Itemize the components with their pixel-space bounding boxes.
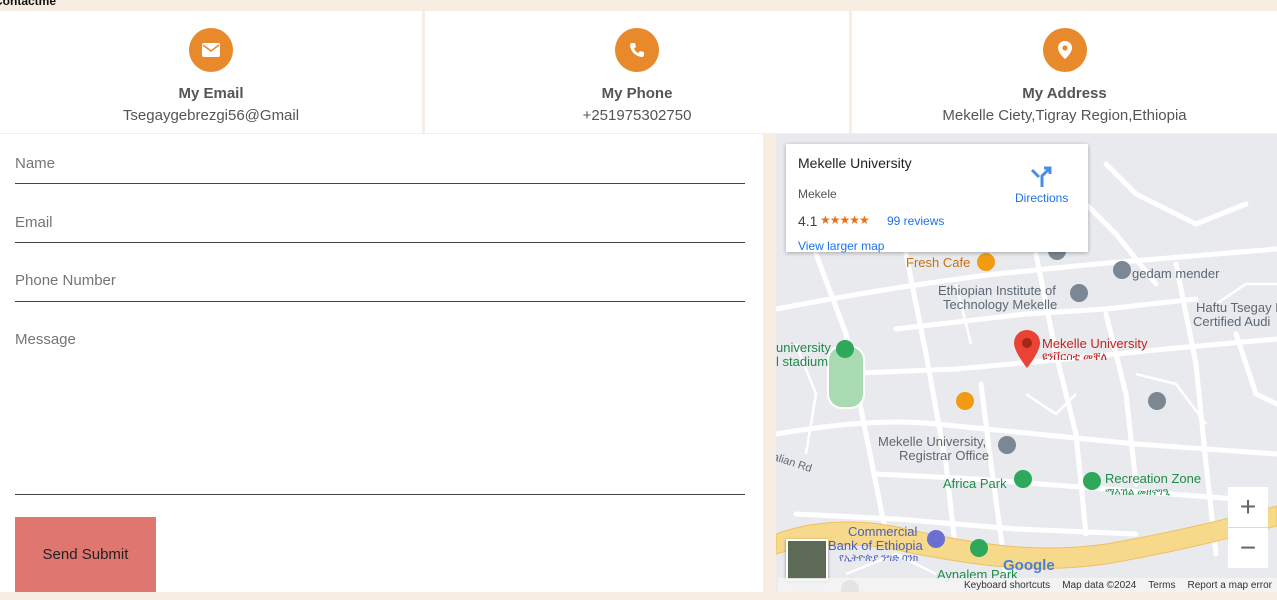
info-place-name: Mekelle University — [798, 155, 912, 171]
school-icon — [998, 436, 1016, 454]
view-larger-map-link[interactable]: View larger map — [798, 239, 884, 253]
email-value: Tsegaygebrezgi56@Gmail — [122, 107, 300, 124]
place-africa-park[interactable]: Africa Park — [943, 477, 1007, 491]
place-recreation-zone[interactable]: Recreation Zone — [1105, 472, 1201, 486]
place-cbe-local: የኢትዮጵያ ንግድ ባንክ — [839, 553, 919, 564]
selected-location-pin-icon — [1014, 330, 1040, 368]
phone-card: My Phone +251975302750 — [425, 11, 849, 133]
park-icon — [1014, 470, 1032, 488]
address-card: My Address Mekelle Ciety,Tigray Region,E… — [852, 11, 1277, 133]
place-fresh-cafe[interactable]: Fresh Cafe — [906, 256, 970, 270]
phone-title: My Phone — [601, 85, 673, 102]
cafe-icon — [956, 392, 974, 410]
phone-value: +251975302750 — [582, 107, 692, 124]
place-cbe-line1[interactable]: Commercial — [848, 525, 917, 539]
address-title: My Address — [1022, 85, 1107, 102]
place-eit-line1[interactable]: Ethiopian Institute of — [938, 284, 1056, 298]
stadium-icon — [836, 340, 854, 358]
place-registrar-line1[interactable]: Mekelle University, — [878, 435, 986, 449]
place-eit-line2[interactable]: Technology Mekelle — [943, 298, 1057, 312]
info-place-city: Mekele — [798, 187, 837, 201]
satellite-toggle[interactable] — [786, 539, 828, 581]
info-rating: 4.1 — [798, 213, 818, 229]
place-registrar-line2[interactable]: Registrar Office — [899, 449, 989, 463]
submit-button[interactable]: Send Submit — [15, 517, 156, 592]
terms-link[interactable]: Terms — [1148, 580, 1175, 591]
message-field[interactable]: Message — [15, 331, 745, 495]
star-rating-icon: ★★★★★ — [820, 213, 870, 227]
page-title: Contactme — [0, 0, 57, 8]
cafe-icon — [977, 253, 995, 271]
place-mekelle-university-local: ዩንቨርስቲ መቐለ — [1042, 351, 1108, 363]
report-error-link[interactable]: Report a map error — [1188, 580, 1272, 591]
bank-icon — [927, 530, 945, 548]
address-value: Mekelle Ciety,Tigray Region,Ethiopia — [942, 107, 1187, 124]
school-icon — [1113, 261, 1131, 279]
map-footer: Keyboard shortcuts Map data ©2024 Terms … — [778, 578, 1277, 592]
name-field[interactable]: Name — [15, 155, 745, 184]
map-pin-icon — [1042, 28, 1087, 72]
map-info-window: Mekelle University Mekele 4.1 ★★★★★ 99 r… — [786, 144, 1088, 253]
zoom-in-button[interactable]: + — [1228, 487, 1268, 527]
place-recreation-local: ማእኸል መዘናግዒ — [1105, 487, 1171, 498]
place-stadium-line1[interactable]: university — [776, 341, 831, 355]
directions-link[interactable]: Directions — [1015, 191, 1068, 205]
school-icon — [1148, 392, 1166, 410]
phone-icon — [615, 28, 659, 72]
envelope-icon — [189, 28, 233, 72]
directions-icon[interactable] — [1030, 166, 1052, 188]
zoom-out-button[interactable]: − — [1228, 528, 1268, 568]
google-logo: Google — [1003, 557, 1055, 574]
phone-field[interactable]: Phone Number — [15, 272, 745, 302]
place-gedam-mender[interactable]: gedam mender — [1132, 267, 1219, 281]
place-mekelle-university[interactable]: Mekelle University — [1042, 337, 1147, 351]
keyboard-shortcuts-link[interactable]: Keyboard shortcuts — [964, 580, 1050, 591]
email-field[interactable]: Email — [15, 214, 745, 243]
email-title: My Email — [178, 85, 244, 102]
park-icon — [970, 539, 988, 557]
contact-form: Name Email Phone Number Message Send Sub… — [0, 134, 763, 592]
map-data-label: Map data ©2024 — [1062, 579, 1137, 591]
map-embed[interactable]: Fresh Cafe gedam mender Ethiopian Instit… — [776, 134, 1277, 592]
reviews-link[interactable]: 99 reviews — [887, 214, 944, 228]
place-cbe-line2[interactable]: Bank of Ethiopia — [828, 539, 923, 553]
place-stadium-line2[interactable]: l stadium — [776, 355, 828, 369]
place-haftu-line2[interactable]: Certified Audi — [1193, 315, 1270, 329]
place-haftu-line1[interactable]: Haftu Tsegay K — [1196, 301, 1277, 315]
school-icon — [1070, 284, 1088, 302]
email-card: My Email Tsegaygebrezgi56@Gmail — [0, 11, 422, 133]
park-icon — [1083, 472, 1101, 490]
